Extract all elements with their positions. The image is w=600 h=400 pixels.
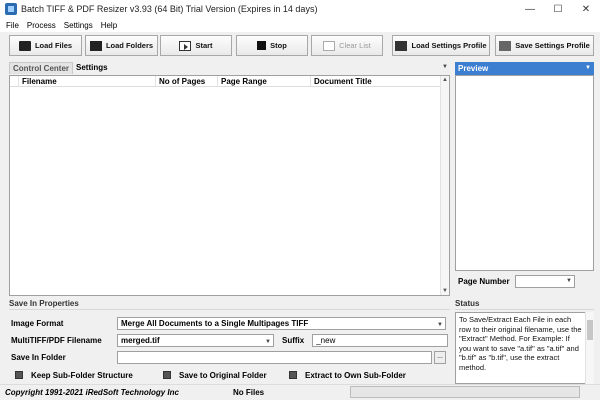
save-in-folder-row: Save In Folder ... [11,350,446,364]
status-message: To Save/Extract Each File in each row to… [455,312,594,384]
page-number-row: Page Number ▼ [455,274,575,288]
table-corner [10,76,19,86]
preview-title-bar: Preview ▼ [455,62,594,75]
preview-menu-arrow-icon[interactable]: ▼ [585,62,591,75]
menu-file[interactable]: File [6,21,19,30]
image-format-row: Image Format Merge All Documents to a Si… [11,316,446,330]
load-folders-button[interactable]: Load Folders [85,35,158,56]
extract-subfolder-label: Extract to Own Sub-Folder [305,370,406,380]
image-format-value: Merge All Documents to a Single Multipag… [121,318,309,328]
chevron-down-icon: ▼ [566,277,572,284]
profile-load-icon [395,40,408,51]
toolbar: Load Files Load Folders Start Stop Clear… [0,32,600,58]
table-header: Filename No of Pages Page Range Document… [10,76,449,87]
stop-button[interactable]: Stop [236,35,308,56]
chevron-down-icon: ▼ [265,338,271,345]
file-list-panel: Control Center Settings ▼ Filename No of… [9,62,450,296]
file-list-table[interactable]: Filename No of Pages Page Range Document… [9,75,450,296]
folder-icon [89,40,102,51]
menu-help[interactable]: Help [101,21,117,30]
extract-subfolder-checkbox[interactable]: Extract to Own Sub-Folder [289,371,406,380]
column-document-title[interactable]: Document Title [311,76,431,86]
clear-list-button[interactable]: Clear List [311,35,383,56]
keep-subfolder-label: Keep Sub-Folder Structure [31,370,133,380]
clear-list-icon [323,40,336,51]
clear-list-label: Clear List [339,41,371,50]
file-count: No Files [233,388,265,397]
keep-subfolder-checkbox[interactable]: Keep Sub-Folder Structure [15,371,163,380]
file-icon [18,40,31,51]
status-scrollbar[interactable] [585,312,594,384]
suffix-input[interactable]: _new [312,333,449,347]
minimize-button[interactable]: — [516,0,544,18]
checkbox-icon[interactable] [289,371,297,379]
image-format-label: Image Format [11,318,64,328]
save-in-properties-panel: Save In Properties Image Format Merge Al… [9,298,450,398]
column-pages[interactable]: No of Pages [156,76,218,86]
preview-area [455,75,594,271]
save-in-properties-title: Save In Properties [9,298,450,310]
scroll-down-icon[interactable]: ▼ [442,288,448,294]
close-button[interactable]: ✕ [572,0,600,18]
page-number-select[interactable]: ▼ [515,274,575,288]
status-title: Status [455,298,594,310]
column-page-range[interactable]: Page Range [218,76,311,86]
column-filename[interactable]: Filename [19,76,156,86]
copyright-text: Copyright 1991-2021 iRedSoft Technology … [5,388,179,397]
progress-bar [350,386,580,398]
save-original-folder-label: Save to Original Folder [179,370,267,380]
load-files-label: Load Files [34,41,73,50]
save-in-folder-input[interactable] [117,350,432,364]
save-original-folder-checkbox[interactable]: Save to Original Folder [163,371,289,380]
suffix-label: Suffix [282,335,305,345]
file-list-scrollbar[interactable]: ▲ ▼ [440,76,449,295]
title-bar: Batch TIFF & PDF Resizer v3.93 (64 Bit) … [0,0,600,18]
start-button[interactable]: Start [160,35,232,56]
load-settings-profile-button[interactable]: Load Settings Profile [392,35,490,56]
options-checkboxes: Keep Sub-Folder Structure Save to Origin… [9,368,406,382]
multi-filename-label: MultiTIFF/PDF Filename [11,335,102,345]
maximize-button[interactable]: ☐ [544,0,572,18]
status-panel: Status To Save/Extract Each File in each… [455,298,594,384]
load-files-button[interactable]: Load Files [9,35,82,56]
start-label: Start [195,41,213,50]
browse-folder-button[interactable]: ... [434,350,446,364]
save-in-folder-label: Save In Folder [11,352,66,362]
stop-label: Stop [270,41,287,50]
tab-menu-arrow-icon[interactable]: ▼ [442,64,448,70]
profile-save-icon [499,40,512,51]
multi-filename-combo[interactable]: merged.tif ▼ [117,333,274,347]
preview-panel: Preview ▼ Page Number ▼ [455,62,594,290]
tab-settings[interactable]: Settings [73,62,111,74]
load-folders-label: Load Folders [105,41,154,50]
tab-control-center[interactable]: Control Center [9,62,73,74]
checkbox-icon[interactable] [163,371,171,379]
save-settings-profile-button[interactable]: Save Settings Profile [495,35,594,56]
page-number-label: Page Number [458,276,510,286]
multi-filename-row: MultiTIFF/PDF Filename merged.tif ▼ Suff… [11,333,449,347]
chevron-down-icon: ▼ [437,321,443,328]
menu-settings[interactable]: Settings [64,21,93,30]
checkbox-icon[interactable] [15,371,23,379]
tab-strip: Control Center Settings ▼ [9,62,450,74]
scroll-up-icon[interactable]: ▲ [442,77,448,83]
menu-process[interactable]: Process [27,21,56,30]
image-format-select[interactable]: Merge All Documents to a Single Multipag… [117,316,446,330]
menu-bar: File Process Settings Help [0,18,600,32]
save-settings-profile-label: Save Settings Profile [515,41,590,50]
play-icon [179,40,192,51]
scrollbar-thumb[interactable] [587,320,593,340]
app-icon [5,3,17,15]
multi-filename-value: merged.tif [121,335,160,345]
load-settings-profile-label: Load Settings Profile [411,41,487,50]
stop-icon [257,41,267,50]
window-title: Batch TIFF & PDF Resizer v3.93 (64 Bit) … [21,4,318,14]
preview-title: Preview [458,64,489,73]
